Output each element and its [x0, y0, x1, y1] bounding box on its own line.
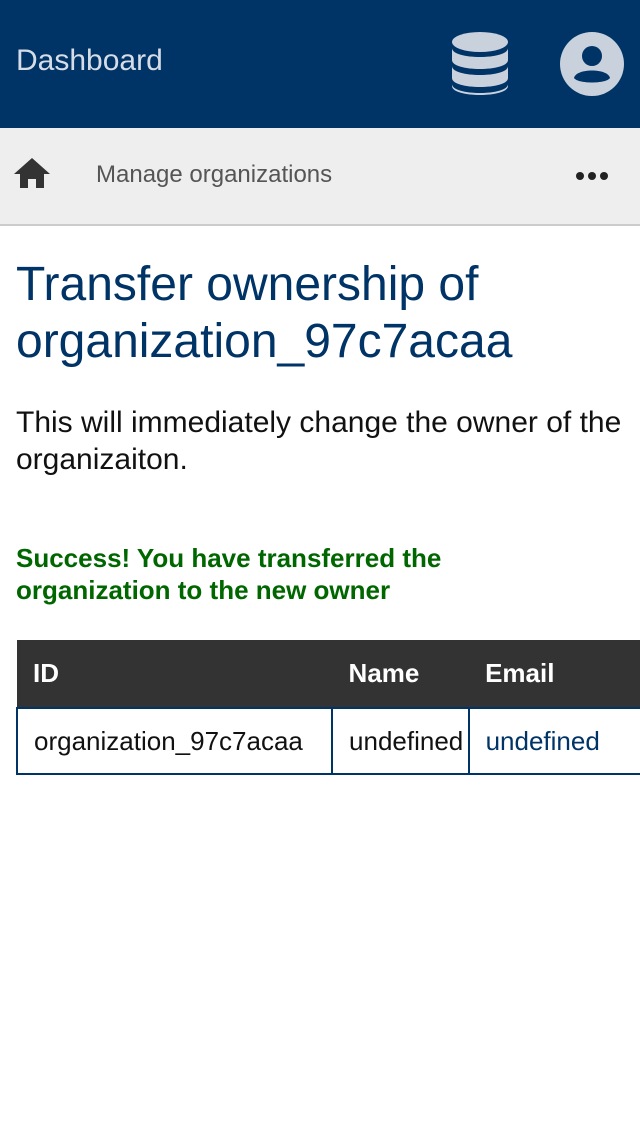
more-horizontal-icon — [576, 172, 608, 180]
page-title: Transfer ownership of organization_97c7a… — [16, 258, 513, 368]
top-app-bar: Dashboard — [0, 0, 640, 128]
account-circle-icon — [560, 32, 624, 96]
home-icon — [14, 158, 50, 188]
cell-name: undefined — [331, 707, 470, 775]
more-options-button[interactable] — [570, 162, 614, 190]
manage-organizations-link[interactable]: Manage organizations — [96, 160, 332, 190]
organization-table-container: ID Name Email organization_97c7acaa unde… — [16, 640, 640, 775]
table-header-row: ID Name Email — [17, 640, 640, 708]
page-description: This will immediately change the owner o… — [16, 406, 622, 476]
column-header-id: ID — [17, 640, 333, 708]
table-row: organization_97c7acaa undefined undefine… — [16, 707, 640, 775]
column-header-email: Email — [468, 640, 640, 708]
organization-table: ID Name Email organization_97c7acaa unde… — [16, 640, 640, 775]
home-button[interactable] — [12, 154, 52, 194]
column-header-name: Name — [332, 640, 470, 708]
cell-id: organization_97c7acaa — [16, 707, 334, 775]
cell-email-link[interactable]: undefined — [467, 707, 640, 775]
database-icon — [452, 32, 508, 95]
breadcrumb-bar: Manage organizations — [0, 128, 640, 226]
success-message: Success! You have transferred the organi… — [16, 543, 442, 605]
database-button[interactable] — [448, 30, 512, 98]
dashboard-title-link[interactable]: Dashboard — [16, 42, 163, 80]
account-button[interactable] — [558, 30, 626, 98]
